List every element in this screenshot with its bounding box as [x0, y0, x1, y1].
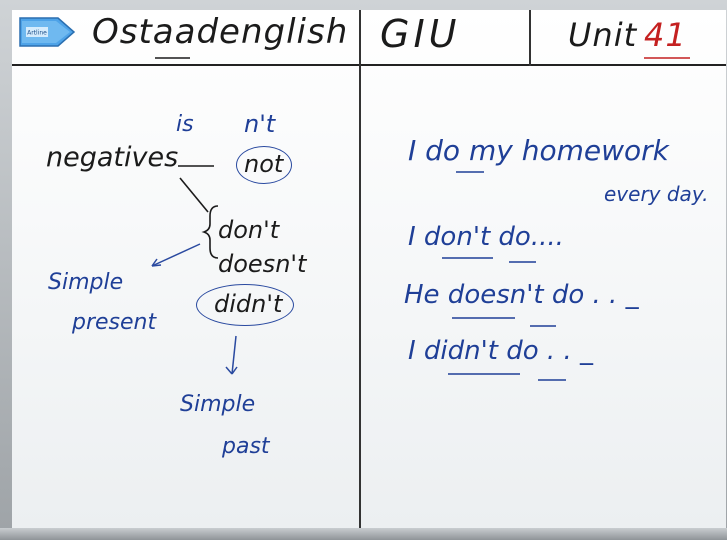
label-simple-past-1: Simple — [180, 392, 256, 417]
label-doesnt: doesn't — [218, 250, 307, 278]
sentence-1: I do my homework — [408, 134, 669, 167]
label-simple-past-2: past — [222, 434, 270, 459]
label-didnt: didn't — [214, 290, 283, 318]
label-dont: don't — [218, 216, 280, 244]
sentence-1b: every day. — [604, 182, 709, 206]
label-not: not — [244, 150, 284, 178]
label-simple-present-1: Simple — [48, 270, 124, 295]
label-negatives: negatives — [46, 142, 179, 173]
connector-brace — [179, 177, 209, 213]
sentence-2: I don't do.... — [408, 222, 564, 252]
label-is: is — [176, 112, 194, 137]
marker-tray — [0, 528, 727, 540]
label-nt: n't — [244, 110, 276, 138]
sentence-3: He doesn't do . . _ — [404, 280, 639, 310]
sentence-4: I didn't do . . _ — [408, 336, 593, 366]
arrow-present — [151, 243, 201, 267]
label-simple-present-2: present — [72, 310, 157, 335]
brace-shape — [201, 205, 219, 259]
